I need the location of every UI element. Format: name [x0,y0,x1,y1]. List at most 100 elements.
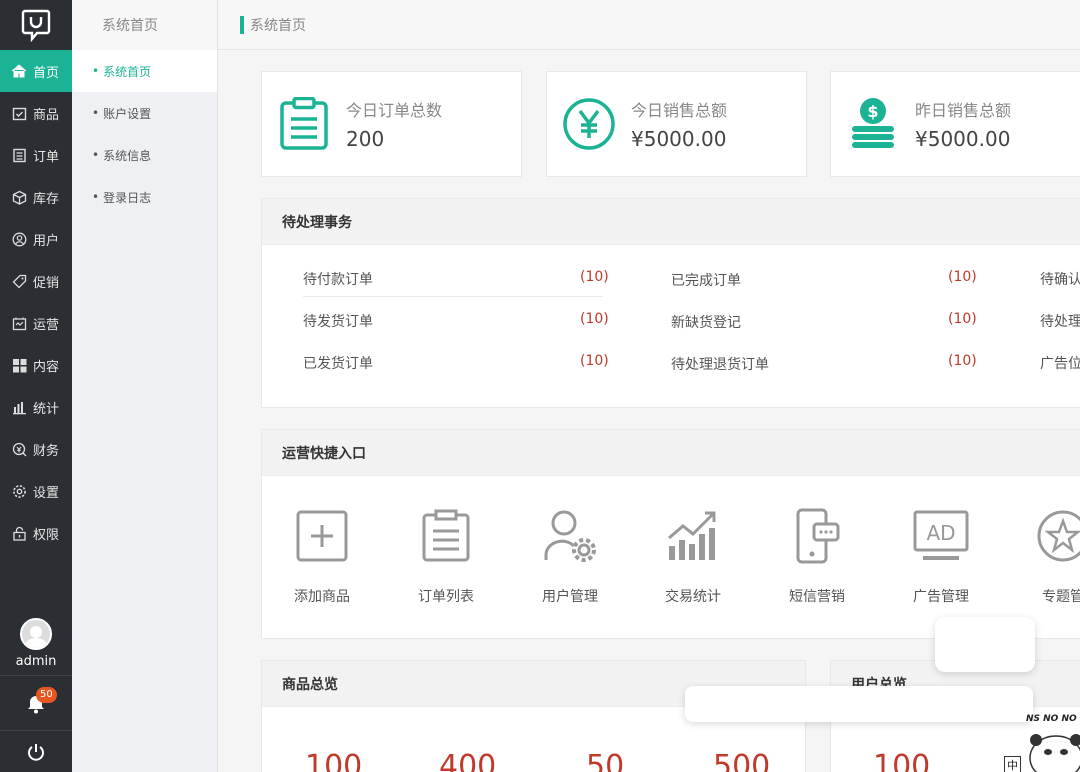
goods-stat-number: 50 [586,749,625,772]
quick-add-product[interactable]: 添加商品 [277,506,367,606]
stat-value: 200 [346,127,385,151]
task-pending-process[interactable]: 待处理 [1040,311,1080,331]
settings-icon [10,482,28,500]
quick-label: 订单列表 [418,589,474,605]
user-stat-number: 100 [873,749,931,772]
sidebar-item-stats[interactable]: 统计 [0,386,72,428]
floating-popup[interactable] [935,617,1035,672]
sidebar-item-label: 统计 [33,401,60,417]
sidebar-item-promotion[interactable]: 促销 [0,260,72,302]
task-pending-payment[interactable]: 待付款订单 [303,269,373,289]
main-content: 今日订单总数 200 今日销售总额 ¥5000.00 $ 昨日销售总额 ¥500… [218,50,1080,772]
sidebar-item-order[interactable]: 订单 [0,134,72,176]
sub-item-account-settings[interactable]: • 账户设置 [72,92,217,134]
ad-icon: AD [911,506,971,566]
sidebar-item-label: 商品 [33,107,60,123]
add-icon [292,506,352,566]
sidebar-item-label: 运营 [33,317,60,333]
app-logo[interactable] [0,0,72,50]
sub-item-label: 系统首页 [103,64,152,79]
sub-item-login-log[interactable]: • 登录日志 [72,176,217,218]
stat-value: ¥5000.00 [631,127,727,151]
sidebar-item-inventory[interactable]: 库存 [0,176,72,218]
finance-icon [10,440,28,458]
sub-item-system-home[interactable]: • 系统首页 [72,50,217,92]
page-title: 系统首页 [250,17,306,34]
notification-button[interactable]: 50 [0,677,72,731]
stat-card-yesterday-sales[interactable]: $ 昨日销售总额 ¥5000.00 [830,71,1080,177]
sidebar-item-finance[interactable]: 财务 [0,428,72,470]
sub-item-label: 系统信息 [103,148,152,163]
sub-item-label: 账户设置 [103,106,152,121]
quick-sms-marketing[interactable]: 短信营销 [772,506,862,606]
quick-label: 广告管理 [913,589,969,605]
sidebar-item-product[interactable]: 商品 [0,92,72,134]
logo-icon [21,9,51,42]
yen-icon [561,96,617,152]
star-icon [1033,506,1080,566]
product-icon [10,104,28,122]
task-return[interactable]: 待处理退货订单 [671,354,769,374]
quick-label: 交易统计 [665,589,721,605]
user-profile[interactable]: admin [0,612,72,676]
sidebar-item-content[interactable]: 内容 [0,344,72,386]
main-sidebar: 首页 商品 订单 库存 用户 促销 运营 内容 统计 财务 设置 权限 admi… [0,0,72,772]
quick-transaction-stats[interactable]: 交易统计 [648,506,738,606]
task-ad-slot[interactable]: 广告位 [1040,353,1080,373]
sidebar-item-home[interactable]: 首页 [0,50,72,92]
task-pending-confirm[interactable]: 待确认 [1040,269,1080,289]
svg-text:AD: AD [926,521,955,545]
operation-icon [10,314,28,332]
sticker-widget[interactable]: NS NO NO 中 [996,710,1080,772]
avatar [20,618,52,650]
quick-label: 短信营销 [789,589,845,605]
content-icon [10,356,28,374]
sidebar-item-settings[interactable]: 设置 [0,470,72,512]
user-name: admin [15,654,57,669]
sidebar-item-label: 内容 [33,359,60,375]
task-stockout[interactable]: 新缺货登记 [671,312,741,332]
quick-label: 用户管理 [542,589,598,605]
inventory-icon [10,188,28,206]
quick-topic-management[interactable]: 专题管 [1018,506,1080,606]
sticker-char: 中 [1004,756,1021,772]
stat-card-today-sales[interactable]: 今日销售总额 ¥5000.00 [546,71,807,177]
sidebar-item-operation[interactable]: 运营 [0,302,72,344]
title-marker [240,15,244,34]
task-count: (10) [580,311,609,327]
stat-label: 今日订单总数 [346,101,443,120]
sidebar-item-label: 订单 [33,149,60,165]
sub-sidebar-title: 系统首页 [72,0,217,50]
logout-button[interactable] [0,732,72,772]
sidebar-item-permission[interactable]: 权限 [0,512,72,554]
quick-ad-management[interactable]: AD 广告管理 [896,506,986,606]
chart-icon [663,506,723,566]
coins-icon: $ [845,96,901,152]
sidebar-item-label: 库存 [33,191,60,207]
panel-title: 运营快捷入口 [262,430,1080,476]
quick-user-management[interactable]: 用户管理 [525,506,615,606]
goods-stat-number: 400 [439,749,497,772]
power-icon [28,744,44,761]
goods-stat-number: 100 [305,749,363,772]
permission-icon [10,524,28,542]
task-shipped[interactable]: 已发货订单 [303,353,373,373]
notification-badge: 50 [36,687,57,703]
list-icon [416,506,476,566]
sub-item-system-info[interactable]: • 系统信息 [72,134,217,176]
clipboard-icon [276,96,332,152]
task-count: (10) [580,353,609,369]
sidebar-item-user[interactable]: 用户 [0,218,72,260]
stat-label: 今日销售总额 [631,101,728,120]
sidebar-item-label: 促销 [33,275,60,291]
sms-icon [787,506,847,566]
task-pending-shipment[interactable]: 待发货订单 [303,311,373,331]
stat-card-today-orders[interactable]: 今日订单总数 200 [261,71,522,177]
quick-order-list[interactable]: 订单列表 [401,506,491,606]
stat-value: ¥5000.00 [915,127,1011,151]
divider [303,296,603,297]
svg-text:$: $ [867,102,878,121]
task-count: (10) [948,311,977,327]
stats-icon [10,398,28,416]
task-completed[interactable]: 已完成订单 [671,270,741,290]
